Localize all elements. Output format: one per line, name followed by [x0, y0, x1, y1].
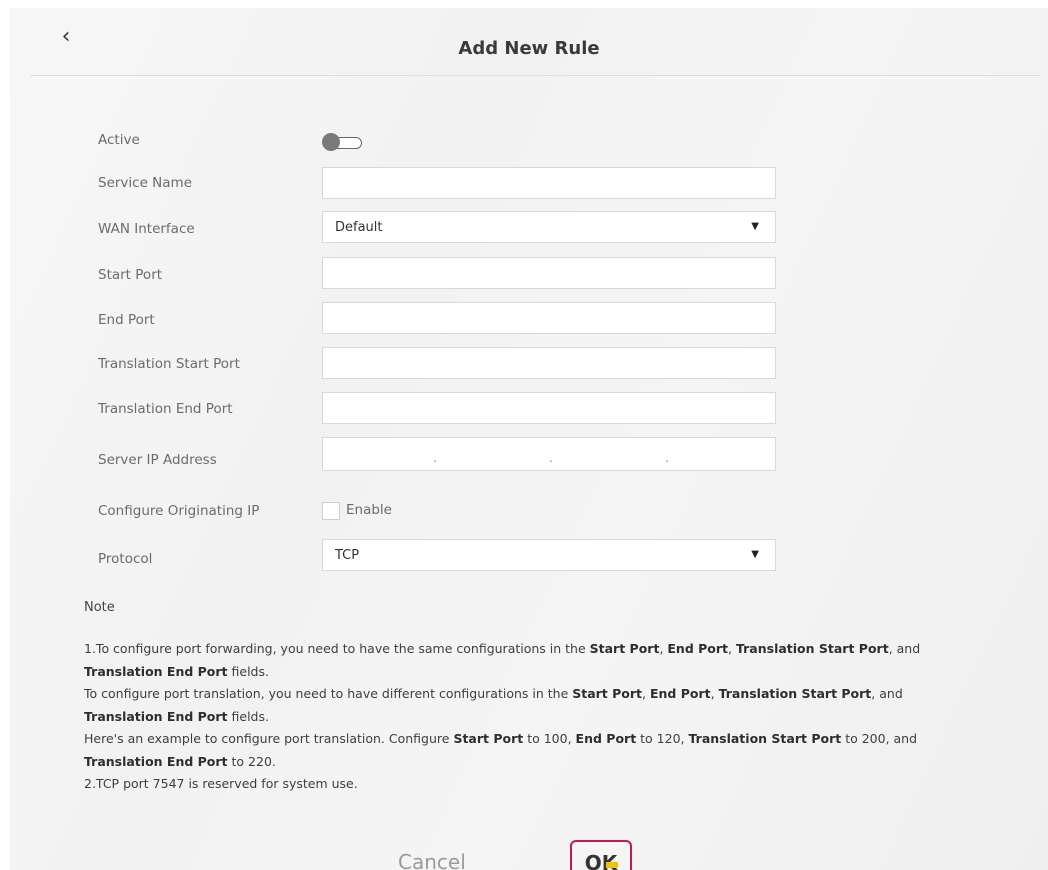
note-line: To configure port translation, you need … — [84, 686, 903, 701]
wan-interface-select[interactable]: Default ▼ — [322, 211, 776, 243]
page-title: Add New Rule — [458, 38, 600, 59]
note-line: Translation End Port to 220. — [84, 753, 276, 769]
service-name-input[interactable] — [322, 167, 776, 199]
note-line: Translation End Port fields. — [84, 663, 269, 679]
originating-ip-label: Configure Originating IP — [98, 503, 260, 519]
server-ip-label: Server IP Address — [98, 452, 217, 468]
end-port-input[interactable] — [322, 302, 776, 334]
header-divider — [30, 75, 1040, 76]
cursor-highlight — [606, 862, 618, 868]
caret-down-icon: ▼ — [751, 221, 759, 232]
add-rule-panel: ‹ Add New Rule Active Service Name WAN I… — [10, 8, 1048, 870]
ip-separator: . — [665, 451, 669, 465]
wan-interface-value: Default — [335, 220, 383, 235]
protocol-value: TCP — [335, 548, 360, 563]
start-port-label: Start Port — [98, 267, 163, 283]
protocol-label: Protocol — [98, 551, 153, 567]
start-port-input[interactable] — [322, 257, 776, 289]
note-line: 2.TCP port 7547 is reserved for system u… — [84, 776, 358, 791]
ip-separator: . — [433, 451, 437, 465]
protocol-select[interactable]: TCP ▼ — [322, 539, 776, 571]
service-name-label: Service Name — [98, 175, 193, 191]
ip-separator: . — [549, 451, 553, 465]
active-label: Active — [98, 132, 140, 148]
active-toggle[interactable] — [322, 133, 362, 151]
translation-start-port-label: Translation Start Port — [98, 356, 240, 372]
translation-end-port-label: Translation End Port — [98, 401, 233, 417]
note-line: 1.To configure port forwarding, you need… — [84, 641, 921, 656]
translation-end-port-input[interactable] — [322, 392, 776, 424]
enable-checkbox-label[interactable]: Enable — [346, 502, 392, 518]
caret-down-icon: ▼ — [751, 549, 759, 560]
note-text: 1.To configure port forwarding, you need… — [84, 638, 984, 796]
translation-start-port-input[interactable] — [322, 347, 776, 379]
enable-checkbox[interactable] — [322, 502, 340, 520]
note-line: Here's an example to configure port tran… — [84, 731, 918, 746]
toggle-knob — [322, 133, 340, 151]
end-port-label: End Port — [98, 312, 155, 328]
cancel-button[interactable]: Cancel — [398, 850, 466, 870]
note-line: Translation End Port fields. — [84, 708, 269, 724]
note-title: Note — [84, 600, 115, 615]
server-ip-input[interactable]: . . . — [322, 437, 776, 471]
wan-interface-label: WAN Interface — [98, 221, 195, 237]
ok-button[interactable]: OK — [570, 840, 632, 870]
